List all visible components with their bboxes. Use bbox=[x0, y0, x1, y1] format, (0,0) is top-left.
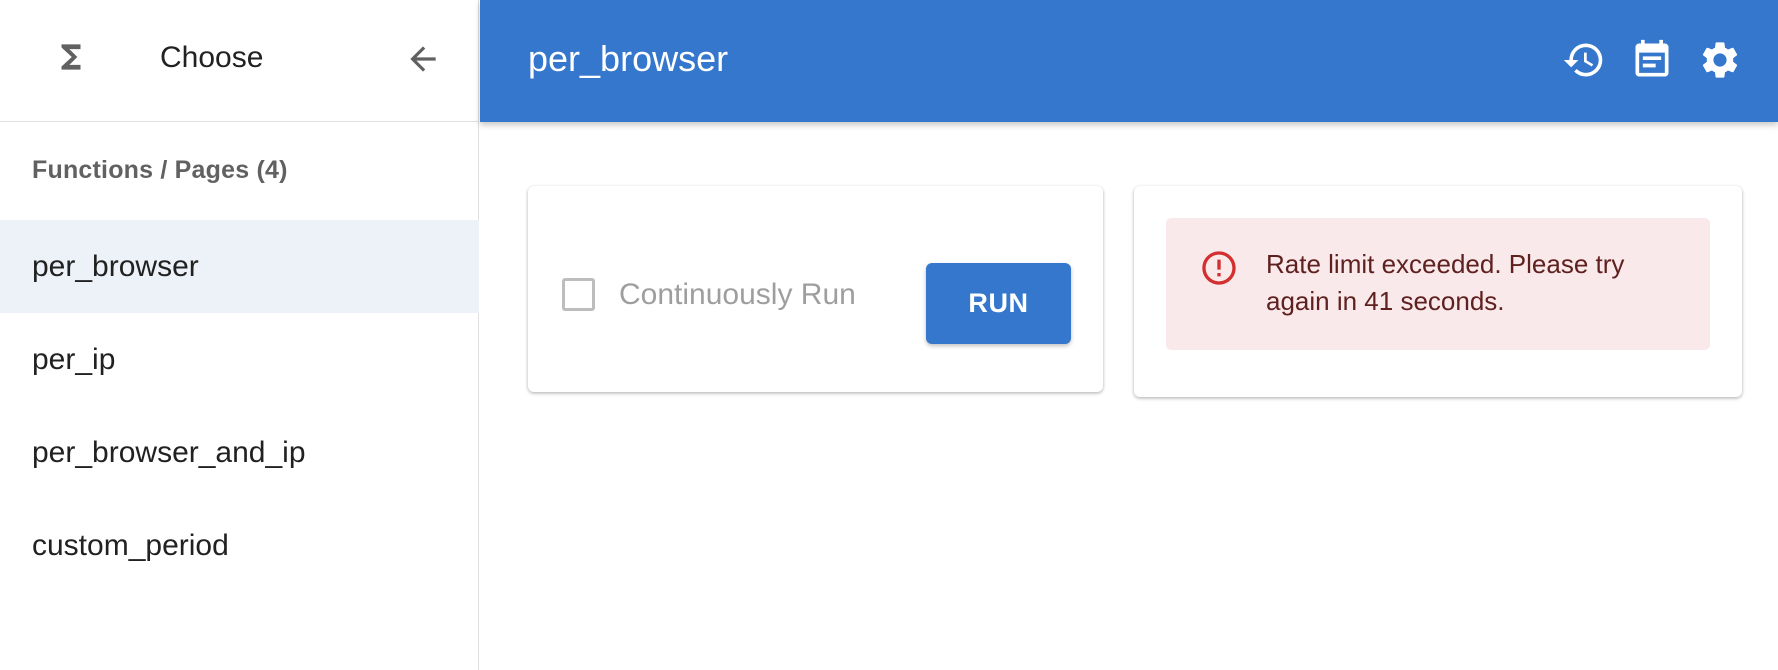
back-button[interactable] bbox=[400, 36, 446, 82]
sidebar-item-per-browser[interactable]: per_browser bbox=[0, 220, 479, 313]
continuously-run-checkbox[interactable] bbox=[562, 278, 595, 311]
settings-button[interactable] bbox=[1698, 38, 1742, 82]
sidebar-title: Choose bbox=[160, 41, 264, 74]
notes-button[interactable] bbox=[1630, 38, 1674, 82]
continuously-run-label[interactable]: Continuously Run bbox=[619, 278, 856, 312]
sidebar: Choose Functions / Pages (4) per_browser… bbox=[0, 0, 479, 670]
app-window: Choose Functions / Pages (4) per_browser… bbox=[0, 0, 1778, 670]
error-alert: Rate limit exceeded. Please try again in… bbox=[1166, 218, 1710, 350]
error-message: Rate limit exceeded. Please try again in… bbox=[1266, 249, 1625, 316]
section-label: Functions / Pages (4) bbox=[32, 156, 288, 184]
sidebar-item-per-ip[interactable]: per_ip bbox=[0, 313, 479, 406]
history-button[interactable] bbox=[1562, 38, 1606, 82]
sidebar-item-per-browser-and-ip[interactable]: per_browser_and_ip bbox=[0, 406, 479, 499]
settings-gear-icon bbox=[1702, 42, 1738, 78]
sidebar-item-custom-period[interactable]: custom_period bbox=[0, 499, 479, 592]
function-list: per_browser per_ip per_browser_and_ip cu… bbox=[0, 220, 479, 592]
top-app-bar: per_browser bbox=[480, 0, 1778, 122]
result-panel: Rate limit exceeded. Please try again in… bbox=[1134, 186, 1742, 397]
run-button[interactable]: RUN bbox=[926, 263, 1071, 344]
run-panel: Continuously Run RUN bbox=[528, 186, 1103, 392]
sidebar-header: Choose bbox=[0, 0, 479, 122]
page-title: per_browser bbox=[528, 38, 729, 79]
calendar-note-icon bbox=[1635, 39, 1669, 77]
arrow-back-icon bbox=[410, 46, 436, 72]
sigma-icon bbox=[52, 38, 90, 76]
error-outline-icon bbox=[1199, 248, 1239, 288]
history-icon bbox=[1563, 43, 1603, 77]
